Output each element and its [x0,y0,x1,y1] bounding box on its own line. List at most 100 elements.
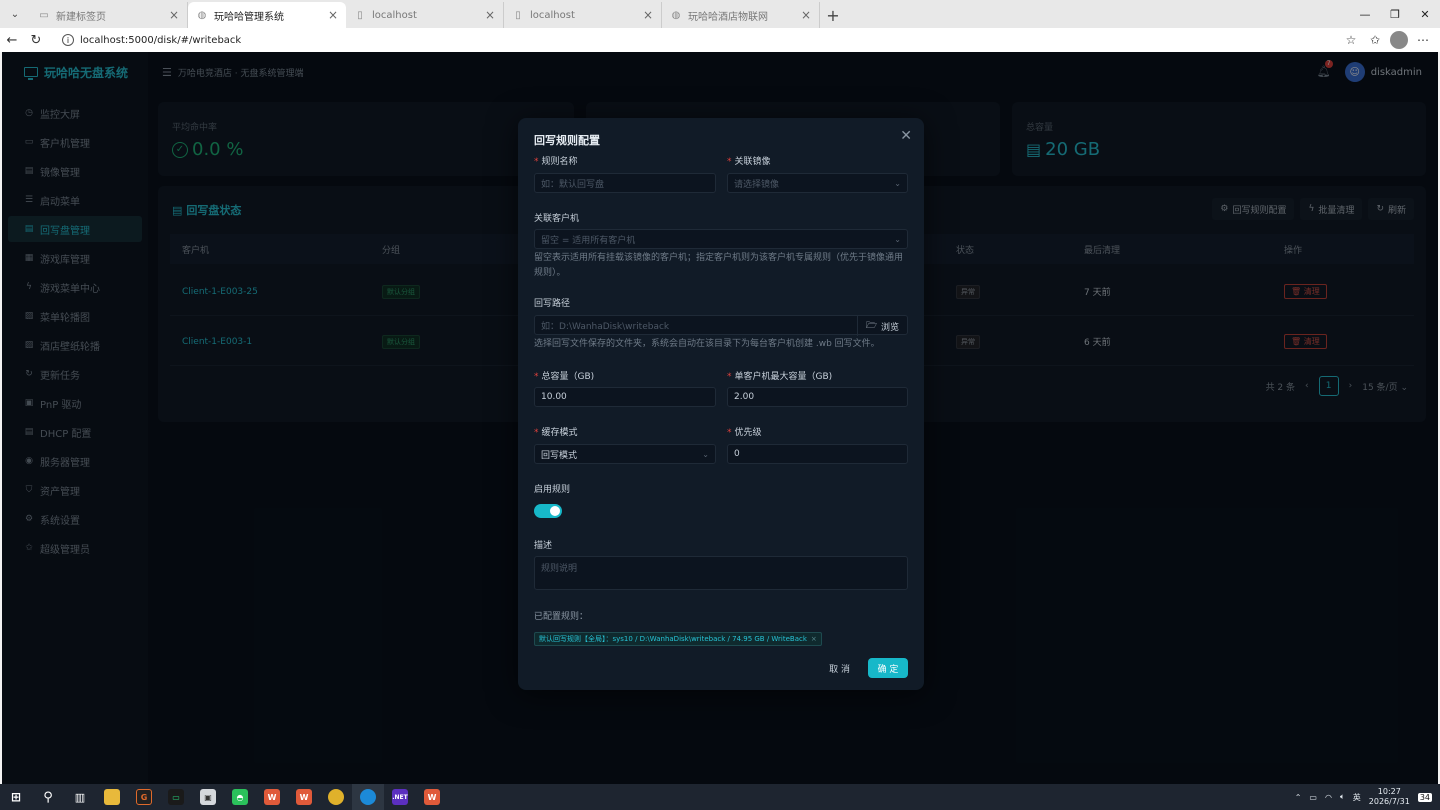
image-select[interactable]: 请选择镜像 ⌄ [727,173,908,193]
priority-label: * 优先级 [727,425,762,438]
more-options-icon[interactable]: ⋯ [1414,31,1432,49]
wps-icon[interactable]: W [288,784,320,810]
app-g-icon[interactable]: G [128,784,160,810]
clock[interactable]: 10:27 2026/7/31 [1369,787,1410,807]
dotnet-icon[interactable]: .NET [384,784,416,810]
path-input[interactable]: 如：D:\WanhaDisk\writeback 🗁 浏览 [534,315,908,336]
placeholder: 留空 = 适用所有客户机 [541,235,636,246]
restore-icon[interactable]: ❐ [1380,0,1410,28]
configured-rule-tag: 默认回写规则【全局】：sys10 / D:\WanhaDisk\writebac… [534,632,822,646]
close-tab-icon[interactable]: × [643,8,653,22]
address-bar-row: ← ↻ i localhost:5000/disk/#/writeback ☆ … [0,28,1440,52]
close-tab-icon[interactable]: × [169,8,179,22]
windows-start-icon[interactable]: ⊞ [0,784,32,810]
close-tab-icon[interactable]: × [801,8,811,22]
browse-button[interactable]: 🗁 浏览 [856,316,907,336]
back-icon[interactable]: ← [0,28,24,52]
close-window-icon[interactable]: ✕ [1410,0,1440,28]
taskbar: ⊞ ⚲ ▥ G ▭ ▣ ◓ W W .NET W ⌃ ▭ ◠ 🔈︎ 英 10:2… [0,784,1440,810]
select-value: 回写模式 [541,450,578,461]
favorites-icon[interactable]: ✩ [1366,31,1384,49]
cancel-button[interactable]: 取 消 [819,658,860,678]
tray-chevron-icon[interactable]: ⌃ [1295,793,1302,802]
label-text: 优先级 [734,428,762,438]
newtab-icon: ▭ [39,9,49,21]
close-tab-icon[interactable]: × [328,8,338,22]
close-tab-icon[interactable]: × [485,8,495,22]
rule-name-input[interactable]: 如：默认回写盘 [534,173,716,193]
required-mark: * [727,157,732,167]
volume-icon[interactable]: 🔈︎ [1340,792,1345,802]
label-text: 单客户机最大容量（GB) [734,372,833,382]
path-hint: 选择回写文件保存的文件夹，系统会自动在该目录下为每台客户机创建 .wb 回写文件… [534,339,880,349]
minimize-icon[interactable]: — [1350,0,1380,28]
wps-icon[interactable]: W [416,784,448,810]
tab-title: localhost [530,9,575,21]
reload-icon[interactable]: ↻ [24,28,48,52]
system-tray: ⌃ ▭ ◠ 🔈︎ 英 10:27 2026/7/31 34 [1295,787,1440,807]
label-text: 关联镜像 [734,157,771,167]
url-field[interactable]: i localhost:5000/disk/#/writeback [54,30,1336,50]
label-text: 总容量（GB) [541,372,595,382]
clients-select[interactable]: 留空 = 适用所有客户机 ⌄ [534,229,908,249]
enable-rule-label: 启用规则 [534,485,571,495]
browser-tab-active[interactable]: ◍ 玩哈哈管理系统 × [188,2,346,28]
app-root: 玩哈哈无盘系统 ◷ 监控大屏 ▭ 客户机管理 ▤ 镜像管理 ☰ 启动菜单 ▤ 回写盘管理 … [2,52,1438,784]
clients-hint: 留空表示适用所有挂载该镜像的客户机；指定客户机则为该客户机专属规则（优先于镜像通… [534,253,904,278]
page-icon: ▯ [357,9,363,21]
tool-icon[interactable]: ▣ [192,784,224,810]
remove-tag-icon[interactable]: × [811,635,817,643]
description-textarea[interactable]: 规则说明 [534,556,908,590]
terminal-icon[interactable]: ▭ [160,784,192,810]
required-mark: * [534,428,539,438]
file-explorer-icon[interactable] [96,784,128,810]
confirm-button[interactable]: 确 定 [868,658,908,678]
clients-label: 关联客户机 [534,214,580,224]
task-view-icon[interactable]: ▥ [64,784,96,810]
tab-title: 新建标签页 [56,11,106,23]
search-icon[interactable]: ⚲ [32,784,64,810]
modal-title: 回写规则配置 [534,134,600,147]
chevron-down-icon: ⌄ [894,234,901,244]
chevron-down-icon: ⌄ [894,178,901,188]
edge-icon[interactable] [352,784,384,810]
tab-actions-menu-icon[interactable]: ⌄ [4,3,26,25]
favorite-star-icon[interactable]: ☆ [1342,31,1360,49]
placeholder: 规则说明 [541,564,578,574]
browser-tab[interactable]: ◍ 玩哈哈酒店物联网 × [662,2,820,28]
notification-center-icon[interactable]: 34 [1417,792,1432,802]
browser-tab[interactable]: ▯ localhost × [346,2,504,28]
wechat-icon[interactable]: ◓ [224,784,256,810]
max-per-client-input[interactable]: 2.00 [727,387,908,407]
chrome-icon[interactable] [320,784,352,810]
wps-icon[interactable]: W [256,784,288,810]
browser-tab[interactable]: ▯ localhost × [504,2,662,28]
enable-rule-switch[interactable] [534,504,562,518]
rule-name-label: * 规则名称 [534,154,578,167]
page-icon: ▯ [515,9,521,21]
site-info-icon[interactable]: i [62,34,74,46]
path-label: 回写路径 [534,299,571,309]
cache-mode-label: * 缓存模式 [534,425,578,438]
total-capacity-input[interactable]: 10.00 [534,387,716,407]
image-label: * 关联镜像 [727,154,771,167]
max-per-client-label: * 单客户机最大容量（GB) [727,369,832,382]
input-value: 0 [734,449,740,459]
wifi-icon[interactable]: ◠ [1325,793,1332,802]
browser-tab-strip: ⌄ ▭ 新建标签页 × ◍ 玩哈哈管理系统 × ▯ localhost × ▯ … [0,0,1440,28]
cache-mode-select[interactable]: 回写模式 ⌄ [534,444,716,464]
ime-indicator[interactable]: 英 [1353,792,1361,803]
description-label: 描述 [534,541,553,551]
close-icon[interactable]: ✕ [900,128,912,144]
profile-avatar[interactable] [1390,31,1408,49]
browser-tab[interactable]: ▭ 新建标签页 × [30,2,188,28]
writeback-rule-modal: 回写规则配置 ✕ * 规则名称 如：默认回写盘 * 关联镜像 请选择镜像 ⌄ 关联客户… [518,118,924,690]
tab-title: localhost [372,9,417,21]
new-tab-button[interactable]: + [820,2,846,28]
placeholder: 如：D:\WanhaDisk\writeback [541,321,670,332]
priority-input[interactable]: 0 [727,444,908,464]
placeholder: 如：默认回写盘 [541,179,605,190]
total-capacity-label: * 总容量（GB) [534,369,594,382]
required-mark: * [727,372,732,382]
network-icon[interactable]: ▭ [1309,793,1317,802]
